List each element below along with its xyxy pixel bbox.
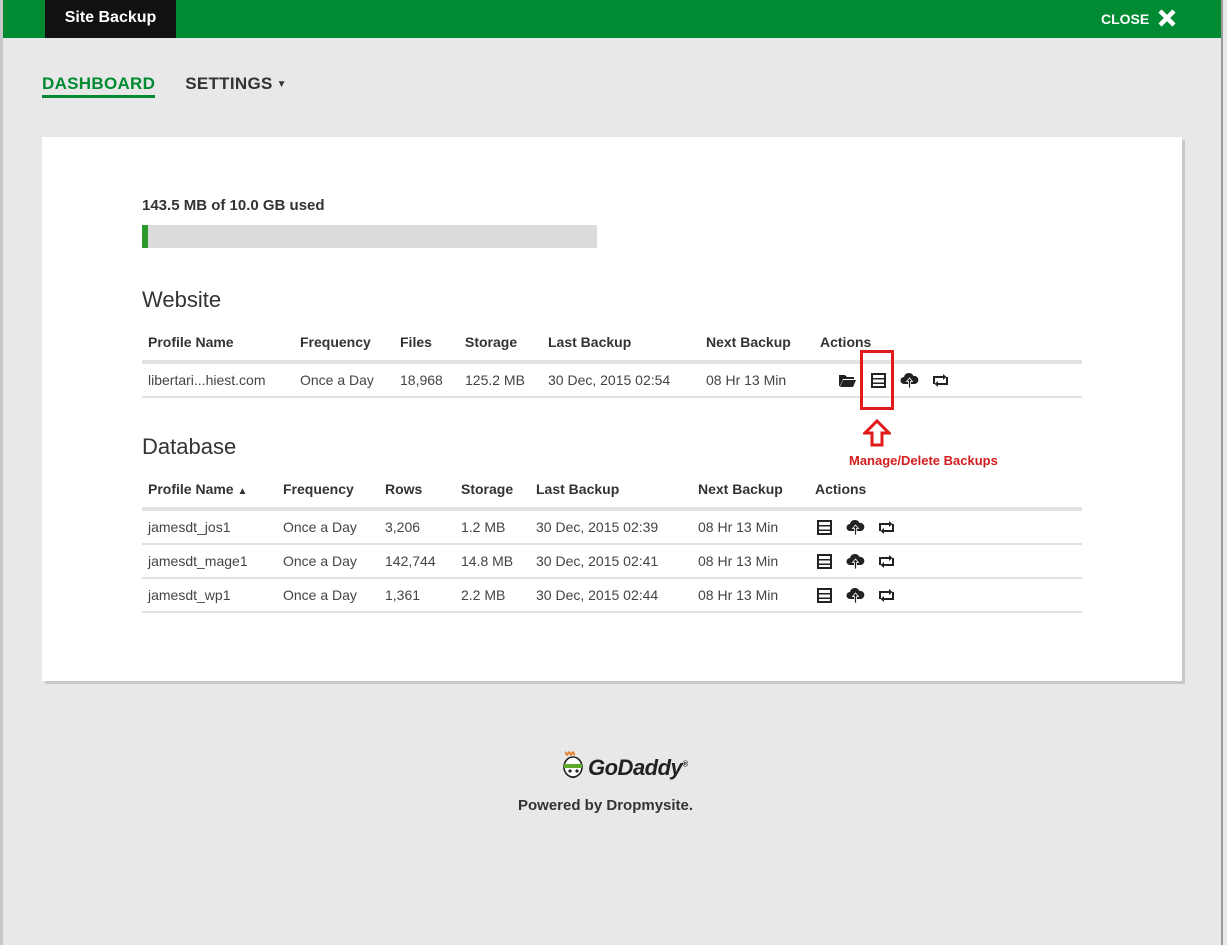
storage-usage-text: 143.5 MB of 10.0 GB used bbox=[142, 197, 325, 214]
server-icon[interactable] bbox=[815, 519, 834, 536]
close-icon bbox=[1157, 8, 1177, 31]
website-section-title: Website bbox=[142, 287, 222, 312]
sort-asc-icon: ▲ bbox=[237, 486, 248, 497]
powered-by-text: Powered by Dropmysite. bbox=[518, 797, 694, 814]
last-backup: 30 Dec, 2015 02:41 bbox=[530, 544, 692, 579]
col-frequency[interactable]: Frequency bbox=[277, 479, 379, 511]
col-next-backup[interactable]: Next Backup bbox=[700, 332, 814, 364]
table-row: jamesdt_mage1 Once a Day 142,744 14.8 MB 30 … bbox=[142, 544, 1082, 579]
close-label: CLOSE bbox=[1101, 11, 1150, 27]
actions-cell bbox=[809, 578, 1082, 613]
top-bar: Site Backup CLOSE bbox=[3, 0, 1221, 38]
actions-cell bbox=[809, 509, 1082, 545]
rows-count: 1,361 bbox=[379, 578, 455, 613]
close-button[interactable]: CLOSE bbox=[1101, 0, 1177, 38]
database-header-row: Profile Name ▲ Frequency Rows Storage La… bbox=[142, 479, 1082, 511]
col-files[interactable]: Files bbox=[394, 332, 459, 364]
database-table: Profile Name ▲ Frequency Rows Storage La… bbox=[142, 479, 1082, 613]
table-row: jamesdt_wp1 Once a Day 1,361 2.2 MB 30 Dec, … bbox=[142, 578, 1082, 613]
up-arrow-annotation-icon bbox=[861, 418, 893, 452]
highlight-box bbox=[860, 350, 894, 410]
actions-cell bbox=[814, 362, 1082, 398]
last-backup: 30 Dec, 2015 02:44 bbox=[530, 578, 692, 613]
database-section-title: Database bbox=[142, 434, 237, 459]
storage-size: 125.2 MB bbox=[459, 362, 542, 398]
godaddy-wordmark: GoDaddy® bbox=[588, 755, 688, 780]
last-backup: 30 Dec, 2015 02:39 bbox=[530, 509, 692, 545]
server-icon[interactable] bbox=[815, 553, 834, 570]
caret-down-icon: ▼ bbox=[276, 79, 287, 91]
godaddy-logo: GoDaddy® bbox=[560, 750, 688, 786]
cloud-upload-icon[interactable] bbox=[846, 519, 865, 536]
storage-size: 1.2 MB bbox=[455, 509, 530, 545]
app-title-tab: Site Backup bbox=[45, 0, 176, 38]
godaddy-guy-icon bbox=[563, 751, 583, 779]
col-actions: Actions bbox=[814, 332, 1082, 364]
tab-dashboard[interactable]: DASHBOARD bbox=[42, 74, 156, 98]
profile-name: libertari...hiest.com bbox=[142, 362, 294, 398]
col-storage[interactable]: Storage bbox=[455, 479, 530, 511]
rows-count: 3,206 bbox=[379, 509, 455, 545]
col-storage[interactable]: Storage bbox=[459, 332, 542, 364]
frequency: Once a Day bbox=[277, 578, 379, 613]
window-border-left bbox=[0, 0, 3, 945]
server-icon[interactable] bbox=[815, 587, 834, 604]
table-row: libertari...hiest.com Once a Day 18,968 … bbox=[142, 362, 1082, 398]
next-backup: 08 Hr 13 Min bbox=[692, 578, 809, 613]
profile-name: jamesdt_jos1 bbox=[142, 509, 277, 545]
profile-name: jamesdt_wp1 bbox=[142, 578, 277, 613]
next-backup: 08 Hr 13 Min bbox=[700, 362, 814, 398]
retweet-icon[interactable] bbox=[877, 553, 896, 570]
col-rows[interactable]: Rows bbox=[379, 479, 455, 511]
annotation-label: Manage/Delete Backups bbox=[849, 453, 998, 468]
files-count: 18,968 bbox=[394, 362, 459, 398]
table-row: jamesdt_jos1 Once a Day 3,206 1.2 MB 30 Dec,… bbox=[142, 509, 1082, 545]
storage-size: 14.8 MB bbox=[455, 544, 530, 579]
tab-settings[interactable]: SETTINGS ▼ bbox=[185, 74, 287, 94]
storage-usage-bar bbox=[142, 225, 597, 248]
col-profile-name[interactable]: Profile Name bbox=[142, 332, 294, 364]
retweet-icon[interactable] bbox=[877, 519, 896, 536]
folder-open-icon[interactable] bbox=[838, 372, 857, 389]
frequency: Once a Day bbox=[277, 544, 379, 579]
storage-usage-fill bbox=[142, 225, 149, 248]
cloud-upload-icon[interactable] bbox=[846, 587, 865, 604]
next-backup: 08 Hr 13 Min bbox=[692, 509, 809, 545]
col-last-backup[interactable]: Last Backup bbox=[542, 332, 700, 364]
profile-name: jamesdt_mage1 bbox=[142, 544, 277, 579]
col-profile-name[interactable]: Profile Name ▲ bbox=[142, 479, 277, 511]
retweet-icon[interactable] bbox=[931, 372, 950, 389]
next-backup: 08 Hr 13 Min bbox=[692, 544, 809, 579]
settings-label: SETTINGS bbox=[185, 74, 273, 93]
cloud-upload-icon[interactable] bbox=[846, 553, 865, 570]
frequency: Once a Day bbox=[294, 362, 394, 398]
website-header-row: Profile Name Frequency Files Storage Las… bbox=[142, 332, 1082, 364]
retweet-icon[interactable] bbox=[877, 587, 896, 604]
main-nav: DASHBOARD SETTINGS ▼ bbox=[42, 74, 287, 98]
col-actions: Actions bbox=[809, 479, 1082, 511]
col-next-backup[interactable]: Next Backup bbox=[692, 479, 809, 511]
rows-count: 142,744 bbox=[379, 544, 455, 579]
window-border-outer bbox=[1223, 0, 1227, 945]
cloud-upload-icon[interactable] bbox=[900, 372, 919, 389]
storage-size: 2.2 MB bbox=[455, 578, 530, 613]
col-frequency[interactable]: Frequency bbox=[294, 332, 394, 364]
website-table: Profile Name Frequency Files Storage Las… bbox=[142, 332, 1082, 398]
col-profile-name-label: Profile Name bbox=[148, 481, 234, 497]
frequency: Once a Day bbox=[277, 509, 379, 545]
col-last-backup[interactable]: Last Backup bbox=[530, 479, 692, 511]
dashboard-card: 143.5 MB of 10.0 GB used Website Profile… bbox=[42, 137, 1182, 681]
last-backup: 30 Dec, 2015 02:54 bbox=[542, 362, 700, 398]
actions-cell bbox=[809, 544, 1082, 579]
